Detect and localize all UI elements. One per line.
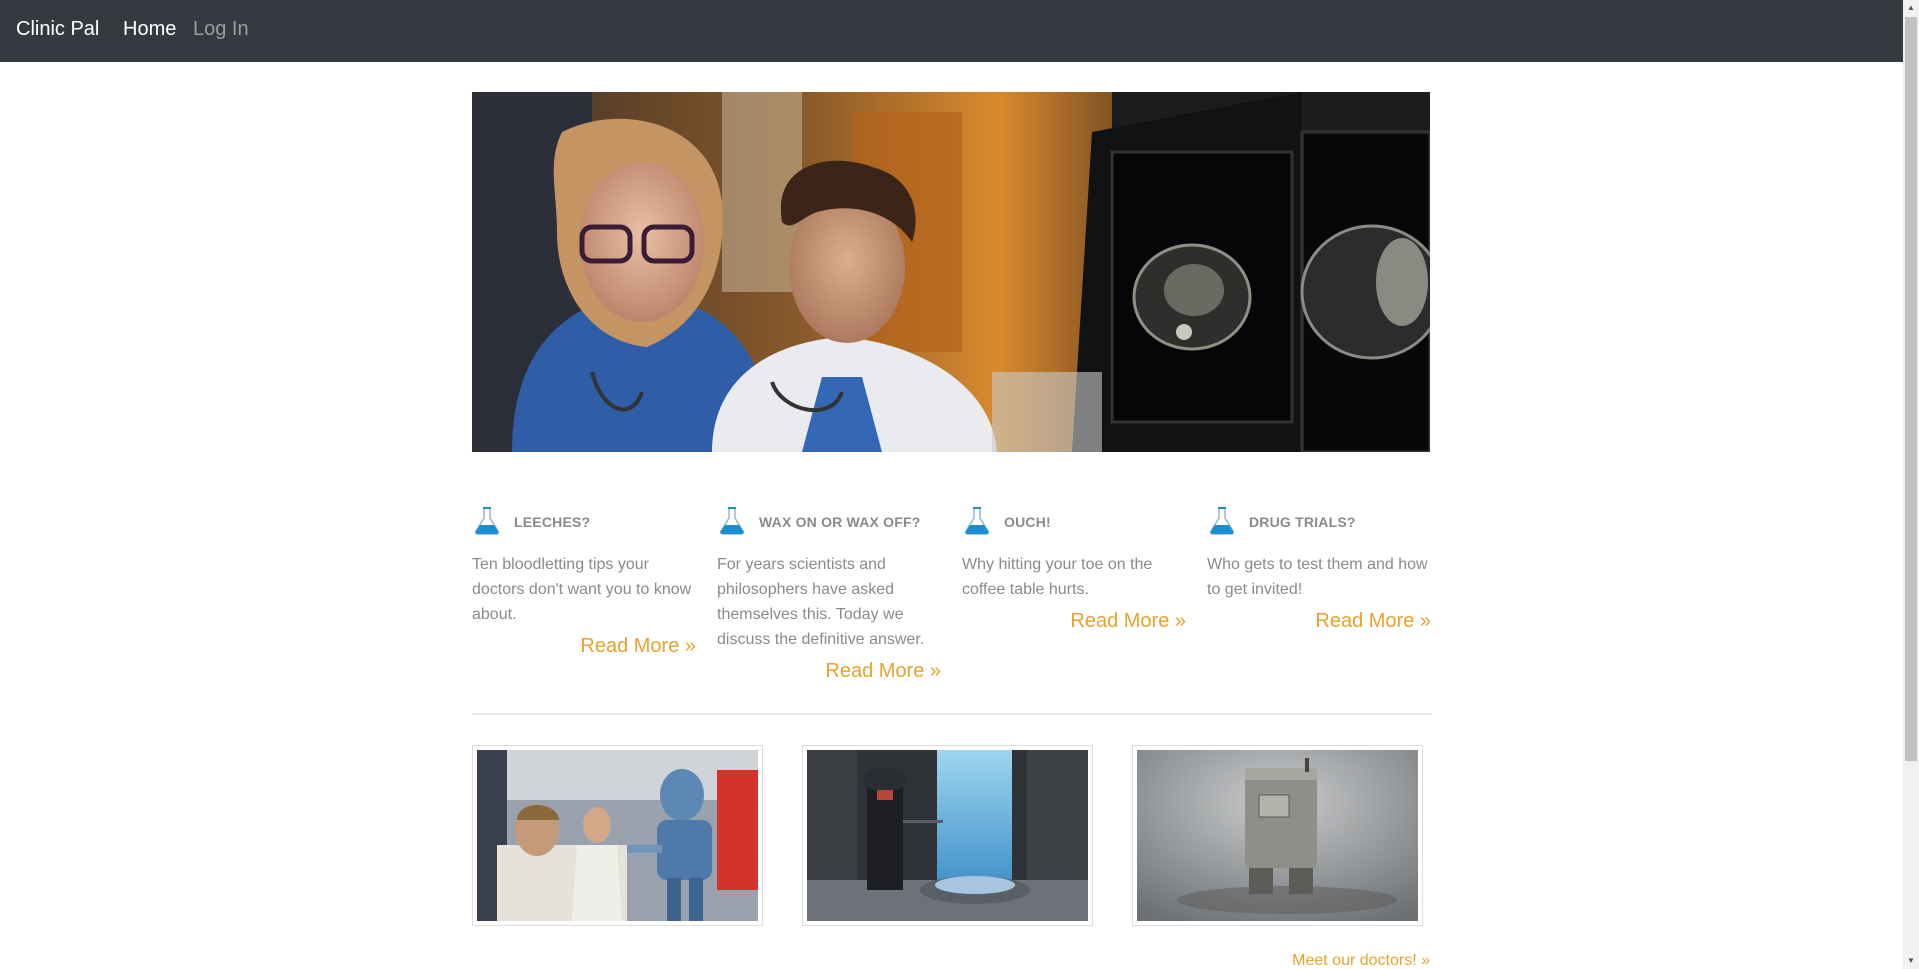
feature-card-4: DRUG TRIALS? Who gets to test them and h…	[1207, 505, 1431, 633]
feature-text: For years scientists and philosophers ha…	[717, 556, 925, 648]
feature-card-2: WAX ON OR WAX OFF? For years scientists …	[717, 505, 941, 683]
doctor-thumbnail-3[interactable]	[1132, 745, 1423, 926]
feature-text: Who gets to test them and how to get inv…	[1207, 556, 1428, 598]
nav-login-link[interactable]: Log In	[193, 18, 249, 41]
meet-doctors-link[interactable]: Meet our doctors! »	[1230, 952, 1430, 969]
read-more-link[interactable]: Read More »	[472, 635, 696, 658]
scroll-down-arrow-icon[interactable]: ▼	[1903, 953, 1919, 969]
doctor-thumbnail-2[interactable]	[802, 745, 1093, 926]
read-more-link[interactable]: Read More »	[717, 660, 941, 683]
read-more-link[interactable]: Read More »	[1207, 610, 1431, 633]
feature-card-3: OUCH! Why hitting your toe on the coffee…	[962, 505, 1186, 633]
scroll-up-arrow-icon[interactable]: ▲	[1903, 0, 1919, 16]
feature-text: Why hitting your toe on the coffee table…	[962, 556, 1153, 598]
scrollbar-thumb[interactable]	[1905, 17, 1917, 761]
hero-image	[472, 92, 1430, 452]
feature-title: LEECHES?	[514, 514, 591, 530]
read-more-link[interactable]: Read More »	[962, 610, 1186, 633]
flask-icon	[717, 505, 759, 540]
flask-icon	[962, 505, 1004, 540]
feature-card-1: LEECHES? Ten bloodletting tips your doct…	[472, 505, 696, 658]
feature-title: OUCH!	[1004, 514, 1051, 530]
nav-home-link[interactable]: Home	[123, 18, 176, 41]
brand-link[interactable]: Clinic Pal	[16, 18, 99, 41]
feature-text: Ten bloodletting tips your doctors don't…	[472, 556, 692, 623]
top-navbar: Clinic Pal Home Log In	[0, 0, 1903, 62]
flask-icon	[472, 505, 514, 540]
vertical-scrollbar[interactable]: ▲ ▼	[1903, 0, 1919, 969]
feature-title: WAX ON OR WAX OFF?	[759, 514, 921, 530]
feature-title: DRUG TRIALS?	[1249, 514, 1356, 530]
flask-icon	[1207, 505, 1249, 540]
section-divider	[472, 713, 1432, 715]
doctor-thumbnail-1[interactable]	[472, 745, 763, 926]
